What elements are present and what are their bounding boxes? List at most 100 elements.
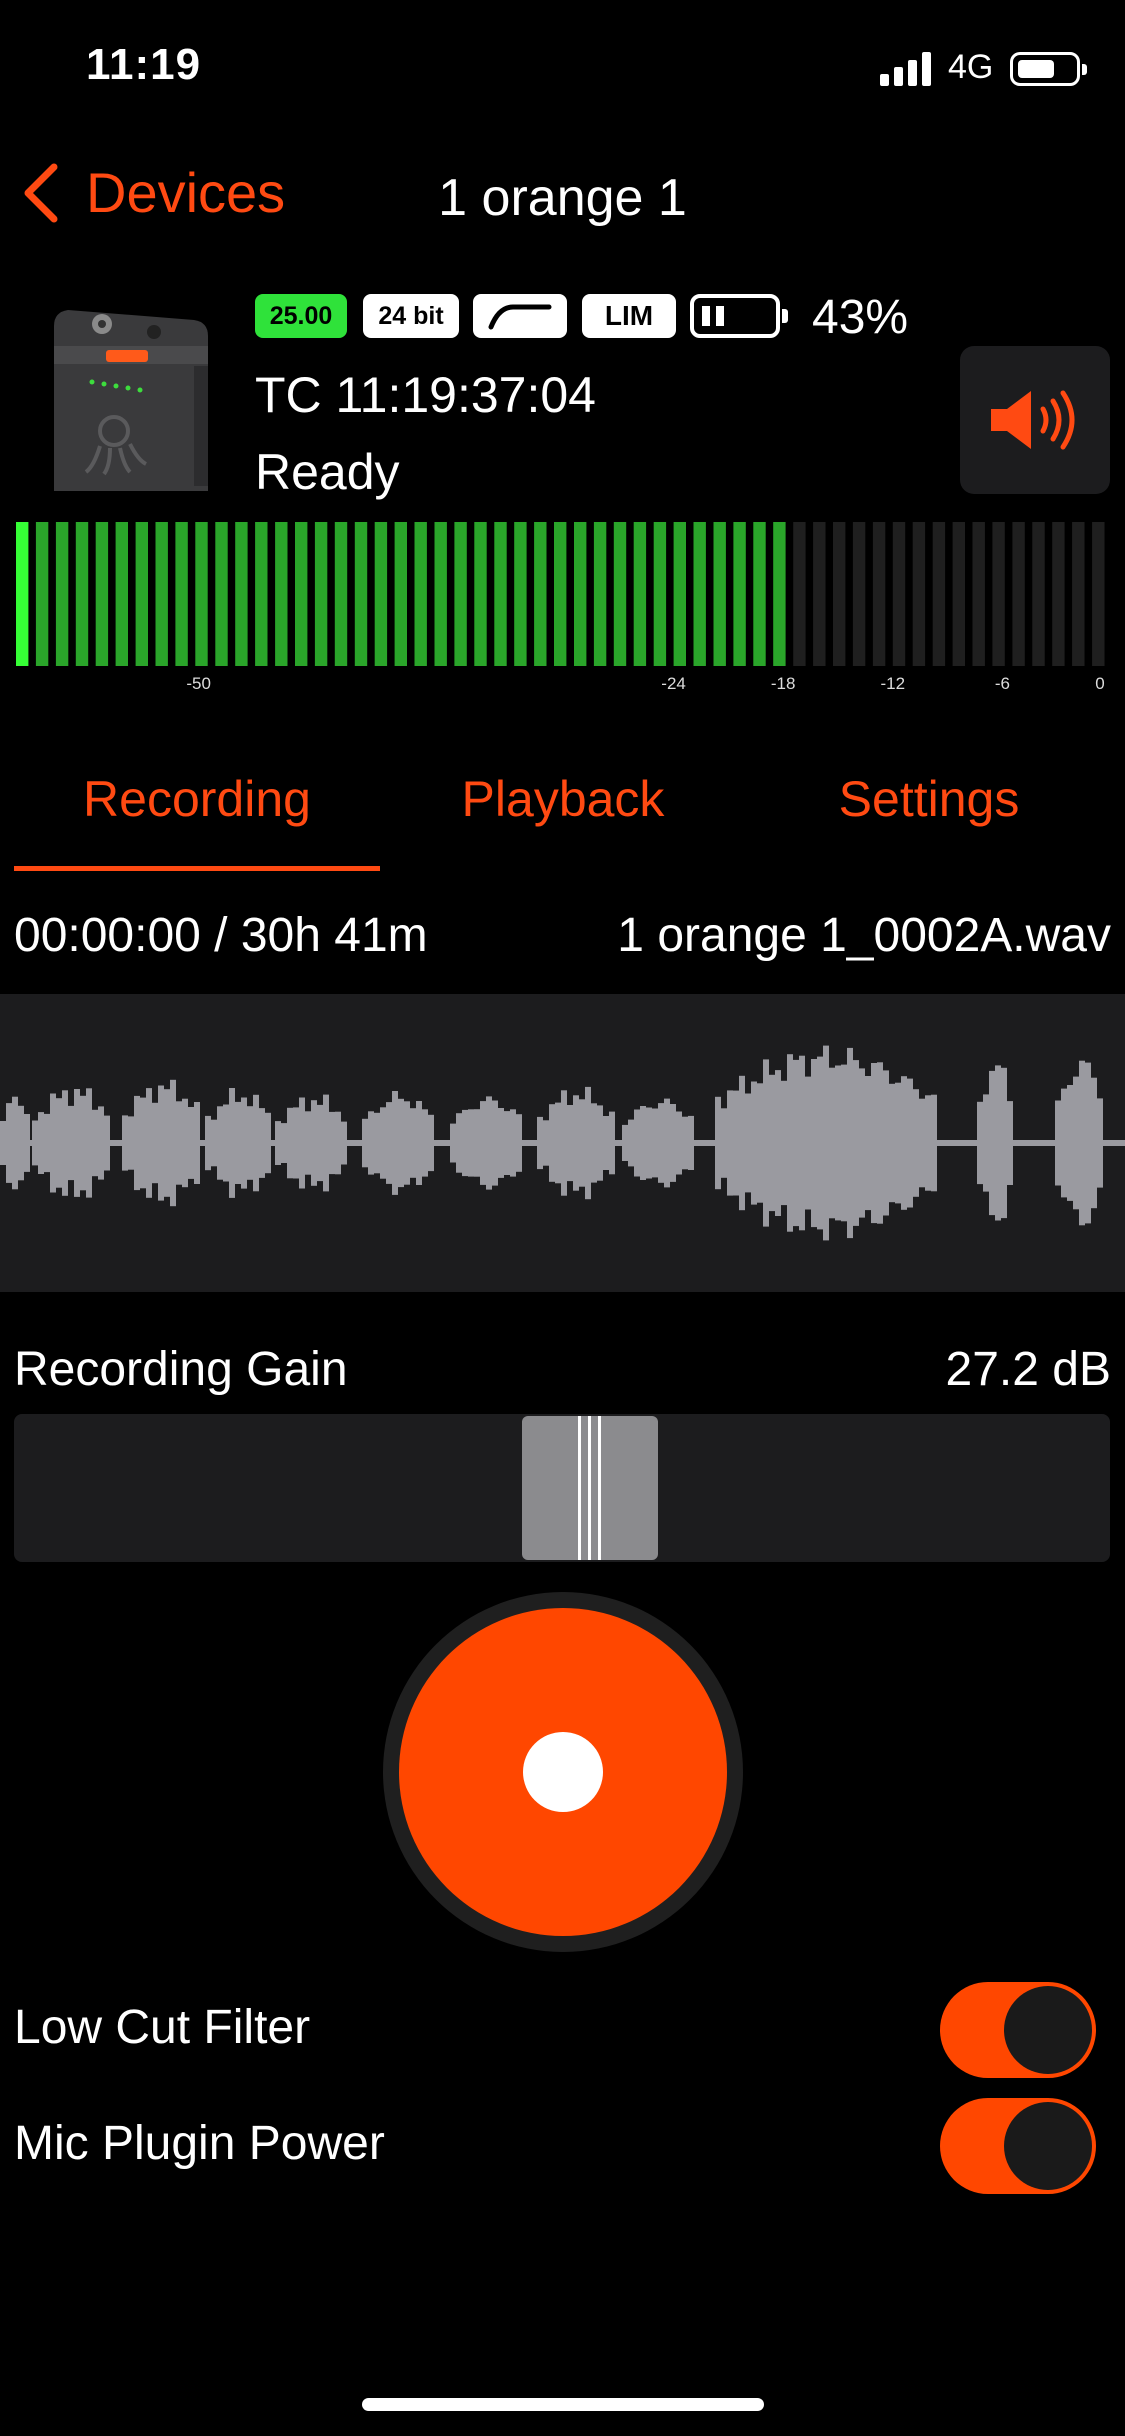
meter-segment [534,522,547,666]
waveform-bar [492,1100,498,1186]
waveform-bar [38,1112,44,1174]
waveform-bar [1067,1085,1073,1201]
waveform [0,994,1125,1292]
meter-segment [753,522,766,666]
meter-segment [454,522,467,666]
waveform-bar [329,1111,335,1175]
home-indicator [362,2398,764,2411]
waveform-bar [164,1089,170,1197]
speaker-button[interactable] [960,346,1110,494]
waveform-bar [253,1094,259,1192]
gain-value: 27.2 dB [945,1343,1111,1396]
waveform-bar [462,1109,468,1177]
meter-segment [773,522,786,666]
waveform-bar [745,1093,751,1193]
meter-segment [235,522,248,666]
waveform-bar [92,1109,98,1177]
meter-segment [1012,522,1025,666]
waveform-bar [847,1047,853,1239]
meter-segment [554,522,567,666]
gain-slider-thumb[interactable] [522,1416,658,1560]
waveform-bar [549,1104,555,1182]
meter-segment [16,522,29,666]
meter-segment [733,522,746,666]
meter-segment [1052,522,1065,666]
waveform-bar [989,1070,995,1216]
waveform-bar [793,1059,799,1227]
waveform-bar [368,1111,374,1175]
meter-tick-label: -24 [661,674,686,693]
waveform-bar [194,1102,200,1184]
waveform-bar [1085,1062,1091,1224]
waveform-bar [983,1094,989,1192]
meter-segment [673,522,686,666]
gain-slider[interactable] [14,1414,1110,1562]
meter-segment [613,522,627,666]
meter-segment [474,522,487,666]
waveform-bar [450,1123,456,1163]
status-battery-icon [1010,52,1087,86]
record-button[interactable] [383,1592,743,1952]
device-image [54,310,208,491]
waveform-bar [12,1096,18,1190]
meter-segment [35,522,49,666]
waveform-bar [0,1121,6,1165]
waveform-bar [799,1055,805,1231]
waveform-bar [811,1059,817,1228]
meter-segment [135,522,148,666]
level-meter [16,522,1105,666]
waveform-bar [603,1116,609,1170]
waveform-bar [474,1109,480,1177]
tab-playback[interactable]: Playback [380,770,746,828]
waveform-bar [152,1102,158,1184]
meter-segment [693,522,706,666]
waveform-bar [579,1099,585,1187]
mic-plugin-power-toggle[interactable] [940,2098,1096,2194]
waveform-bar [317,1104,323,1182]
waveform-bar [781,1080,787,1206]
waveform-bar [727,1090,733,1196]
waveform-bar [1097,1098,1103,1188]
meter-segment [653,522,667,666]
meter-segment [972,522,985,666]
waveform-bar [217,1106,223,1180]
waveform-bar [128,1116,134,1170]
meter-segment [394,522,407,666]
device-battery-icon [690,294,788,338]
meter-segment [175,522,188,666]
waveform-bar [995,1065,1001,1221]
waveform-bar [380,1107,386,1179]
waveform-bar [597,1105,603,1181]
waveform-bar [1055,1100,1061,1186]
waveform-bar [56,1098,62,1188]
waveform-bar [670,1104,676,1182]
waveform-bar [140,1097,146,1189]
waveform-bar [98,1106,104,1180]
waveform-bar [374,1112,380,1174]
meter-segment [833,522,846,666]
waveform-bar [1001,1067,1007,1219]
waveform-bar [622,1124,628,1161]
tab-settings[interactable]: Settings [746,770,1112,828]
meter-segment [334,522,348,666]
meter-segment [1092,522,1105,666]
speaker-icon [991,390,1075,450]
waveform-bar [628,1119,634,1167]
waveform-bar [877,1062,883,1224]
waveform-bar [775,1070,781,1216]
waveform-bar [1073,1076,1079,1210]
record-dot [523,1732,603,1812]
waveform-bar [456,1113,462,1173]
waveform-bar [913,1089,919,1197]
meter-segment [255,522,268,666]
waveform-bar [585,1086,591,1200]
low-cut-filter-toggle[interactable] [940,1982,1096,2078]
meter-segment [892,522,906,666]
waveform-bar [823,1045,829,1241]
battery-percent: 43% [812,291,909,344]
waveform-bar [573,1095,579,1191]
waveform-bar [275,1121,281,1165]
meter-tick-label: 0 [1095,674,1105,693]
meter-segment [713,522,726,666]
tab-recording[interactable]: Recording [14,770,380,828]
